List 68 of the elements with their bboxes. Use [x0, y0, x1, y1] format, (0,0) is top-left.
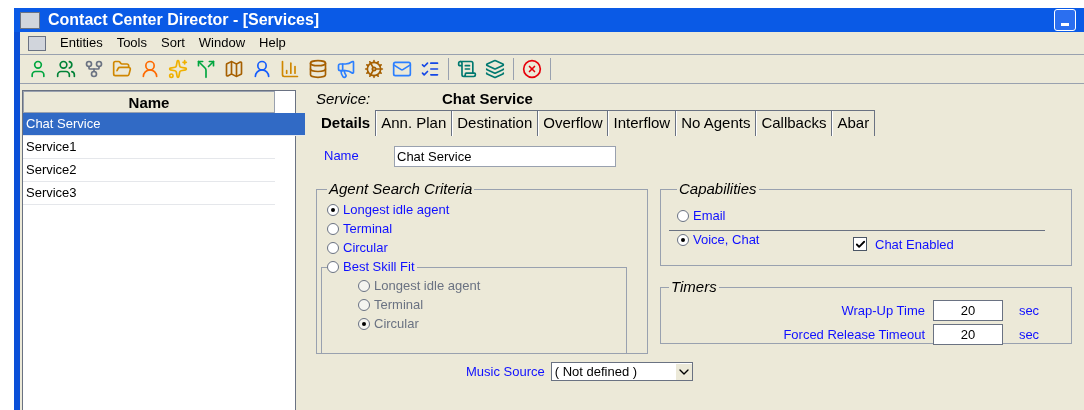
- radio-label: Longest idle agent: [374, 277, 481, 296]
- menu-item[interactable]: Window: [198, 33, 246, 53]
- split-arrow-icon[interactable]: [196, 59, 216, 79]
- menu-item[interactable]: Entities: [60, 33, 103, 53]
- radio-label: Circular: [374, 315, 419, 334]
- radio-button[interactable]: [327, 223, 339, 235]
- menu-item[interactable]: Tools: [116, 33, 147, 53]
- list-row[interactable]: Service1: [23, 136, 275, 159]
- radio-button[interactable]: [677, 210, 689, 222]
- list-row[interactable]: Service2: [23, 159, 275, 182]
- tab[interactable]: Overflow: [538, 110, 609, 136]
- field-label: Wrap-Up Time: [841, 301, 925, 320]
- service-name: Chat Service: [442, 88, 533, 109]
- radio-button[interactable]: [327, 204, 339, 216]
- list-row[interactable]: Service3: [23, 182, 275, 205]
- tab[interactable]: Ann. Plan: [376, 110, 453, 136]
- number-field[interactable]: 20: [933, 324, 1003, 345]
- music-source-dropdown[interactable]: ( Not defined ): [550, 362, 693, 382]
- person-icon[interactable]: [28, 59, 48, 79]
- radio-label: Best Skill Fit: [343, 258, 415, 277]
- radio-label: Voice, Chat: [693, 231, 760, 250]
- database-icon[interactable]: [308, 59, 328, 79]
- radio-label: Longest idle agent: [343, 201, 450, 220]
- menu-item[interactable]: Sort: [161, 33, 185, 53]
- folder-icon[interactable]: [112, 59, 132, 79]
- checkbox[interactable]: [853, 237, 867, 252]
- radio-button[interactable]: [327, 261, 339, 273]
- mail-icon[interactable]: [392, 59, 412, 79]
- person-icon[interactable]: [252, 59, 272, 79]
- tab[interactable]: Callbacks: [756, 110, 833, 136]
- menu-item[interactable]: Help: [259, 33, 286, 53]
- list-icon[interactable]: [420, 59, 440, 79]
- unit-label: sec: [1017, 301, 1041, 320]
- field-label: Name: [323, 147, 360, 166]
- list-row[interactable]: Chat Service: [23, 113, 305, 136]
- radio-button[interactable]: [327, 242, 339, 254]
- radio-button[interactable]: [677, 234, 689, 246]
- group-title: Timers: [670, 277, 718, 297]
- fork-icon[interactable]: [84, 59, 104, 79]
- window-title: Contact Center Director - [Services]: [48, 10, 321, 30]
- map-icon[interactable]: [224, 59, 244, 79]
- megaphone-icon[interactable]: [336, 59, 356, 79]
- person-icon[interactable]: [140, 59, 160, 79]
- name-field[interactable]: Chat Service: [394, 145, 616, 167]
- group-title: Agent Search Criteria: [327, 179, 474, 199]
- service-label: Service:: [316, 88, 372, 109]
- people-icon[interactable]: [56, 59, 76, 79]
- scroll-icon[interactable]: [457, 59, 477, 79]
- group-title: Capabilities: [678, 179, 758, 199]
- tab[interactable]: Abar: [832, 110, 876, 136]
- field-label: Forced Release Timeout: [783, 325, 925, 344]
- bars-icon[interactable]: [280, 59, 300, 79]
- radio-label: Circular: [343, 239, 388, 258]
- column-header: Name: [23, 91, 275, 113]
- tab[interactable]: Destination: [452, 110, 539, 136]
- tab[interactable]: No Agents: [676, 110, 757, 136]
- number-field[interactable]: 20: [933, 300, 1003, 321]
- tab[interactable]: Interflow: [608, 110, 677, 136]
- unit-label: sec: [1017, 325, 1041, 344]
- checkbox-label: Chat Enabled: [875, 235, 954, 254]
- radio-label: Terminal: [374, 296, 424, 315]
- field-label: Music Source: [466, 363, 545, 381]
- layers-icon[interactable]: [485, 59, 505, 79]
- close-icon[interactable]: [522, 59, 542, 79]
- tab[interactable]: Details: [316, 110, 377, 136]
- radio-label: Terminal: [343, 220, 393, 239]
- radio-label: Email: [693, 207, 726, 226]
- minimize-button[interactable]: [1054, 9, 1076, 31]
